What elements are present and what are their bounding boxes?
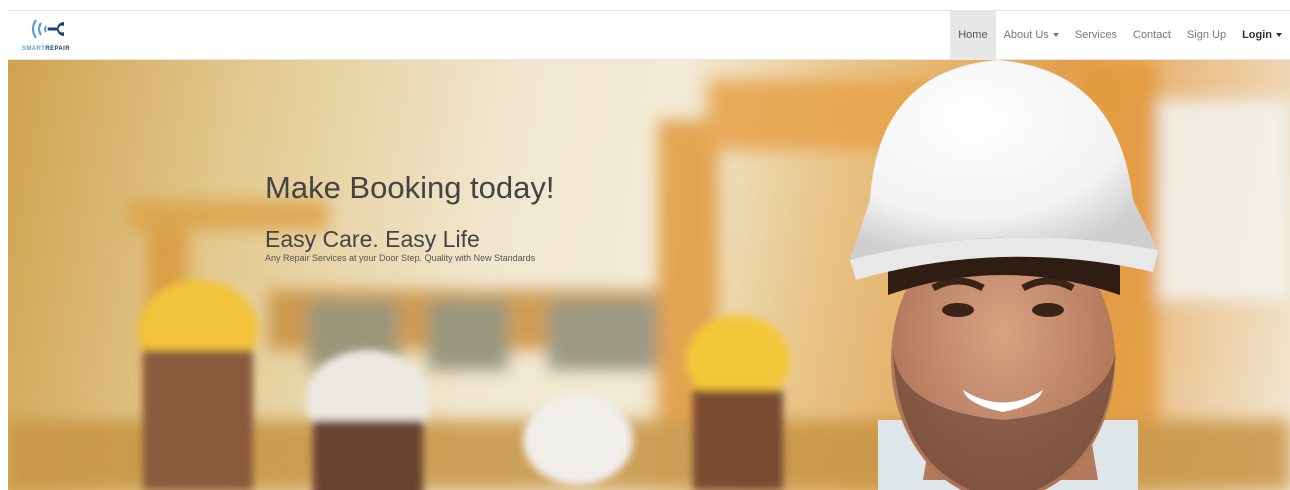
nav-item-label: About Us	[1003, 29, 1049, 41]
nav-item-contact[interactable]: Contact	[1125, 11, 1179, 59]
nav-menu: Home About Us Services Contact Sign Up L…	[950, 11, 1290, 59]
brand-name: SMARTREPAIR	[22, 46, 70, 52]
nav-item-label: Contact	[1133, 29, 1171, 41]
nav-item-home[interactable]: Home	[950, 11, 996, 59]
brand-logo[interactable]: SMARTREPAIR	[22, 16, 92, 58]
signal-wrench-logo-icon	[31, 19, 64, 39]
hero-banner: Make Booking today! Easy Care. Easy Life…	[8, 60, 1290, 490]
nav-item-services[interactable]: Services	[1067, 11, 1125, 59]
brand-name-part1: SMART	[22, 46, 46, 52]
nav-item-label: Services	[1074, 29, 1117, 41]
hero-title: Make Booking today!	[265, 170, 555, 205]
caret-down-icon	[1052, 33, 1059, 37]
brand-name-part2: REPAIR	[45, 46, 70, 52]
hero-image-construction-workers	[8, 60, 1290, 490]
navbar: SMARTREPAIR Home About Us Services Conta…	[8, 10, 1290, 60]
nav-item-about-us[interactable]: About Us	[996, 11, 1067, 59]
caret-down-icon	[1276, 33, 1282, 37]
page: SMARTREPAIR Home About Us Services Conta…	[0, 0, 1290, 490]
hero-text-block: Make Booking today! Easy Care. Easy Life…	[265, 170, 555, 263]
nav-item-label: Home	[958, 29, 988, 41]
hero-description: Any Repair Services at your Door Step. Q…	[265, 253, 536, 263]
nav-item-sign-up[interactable]: Sign Up	[1179, 11, 1234, 59]
nav-item-label: Sign Up	[1186, 29, 1227, 41]
nav-item-label: Login	[1242, 29, 1272, 41]
hero-subtitle: Easy Care. Easy Life	[265, 226, 480, 252]
nav-item-login[interactable]: Login	[1234, 11, 1290, 59]
